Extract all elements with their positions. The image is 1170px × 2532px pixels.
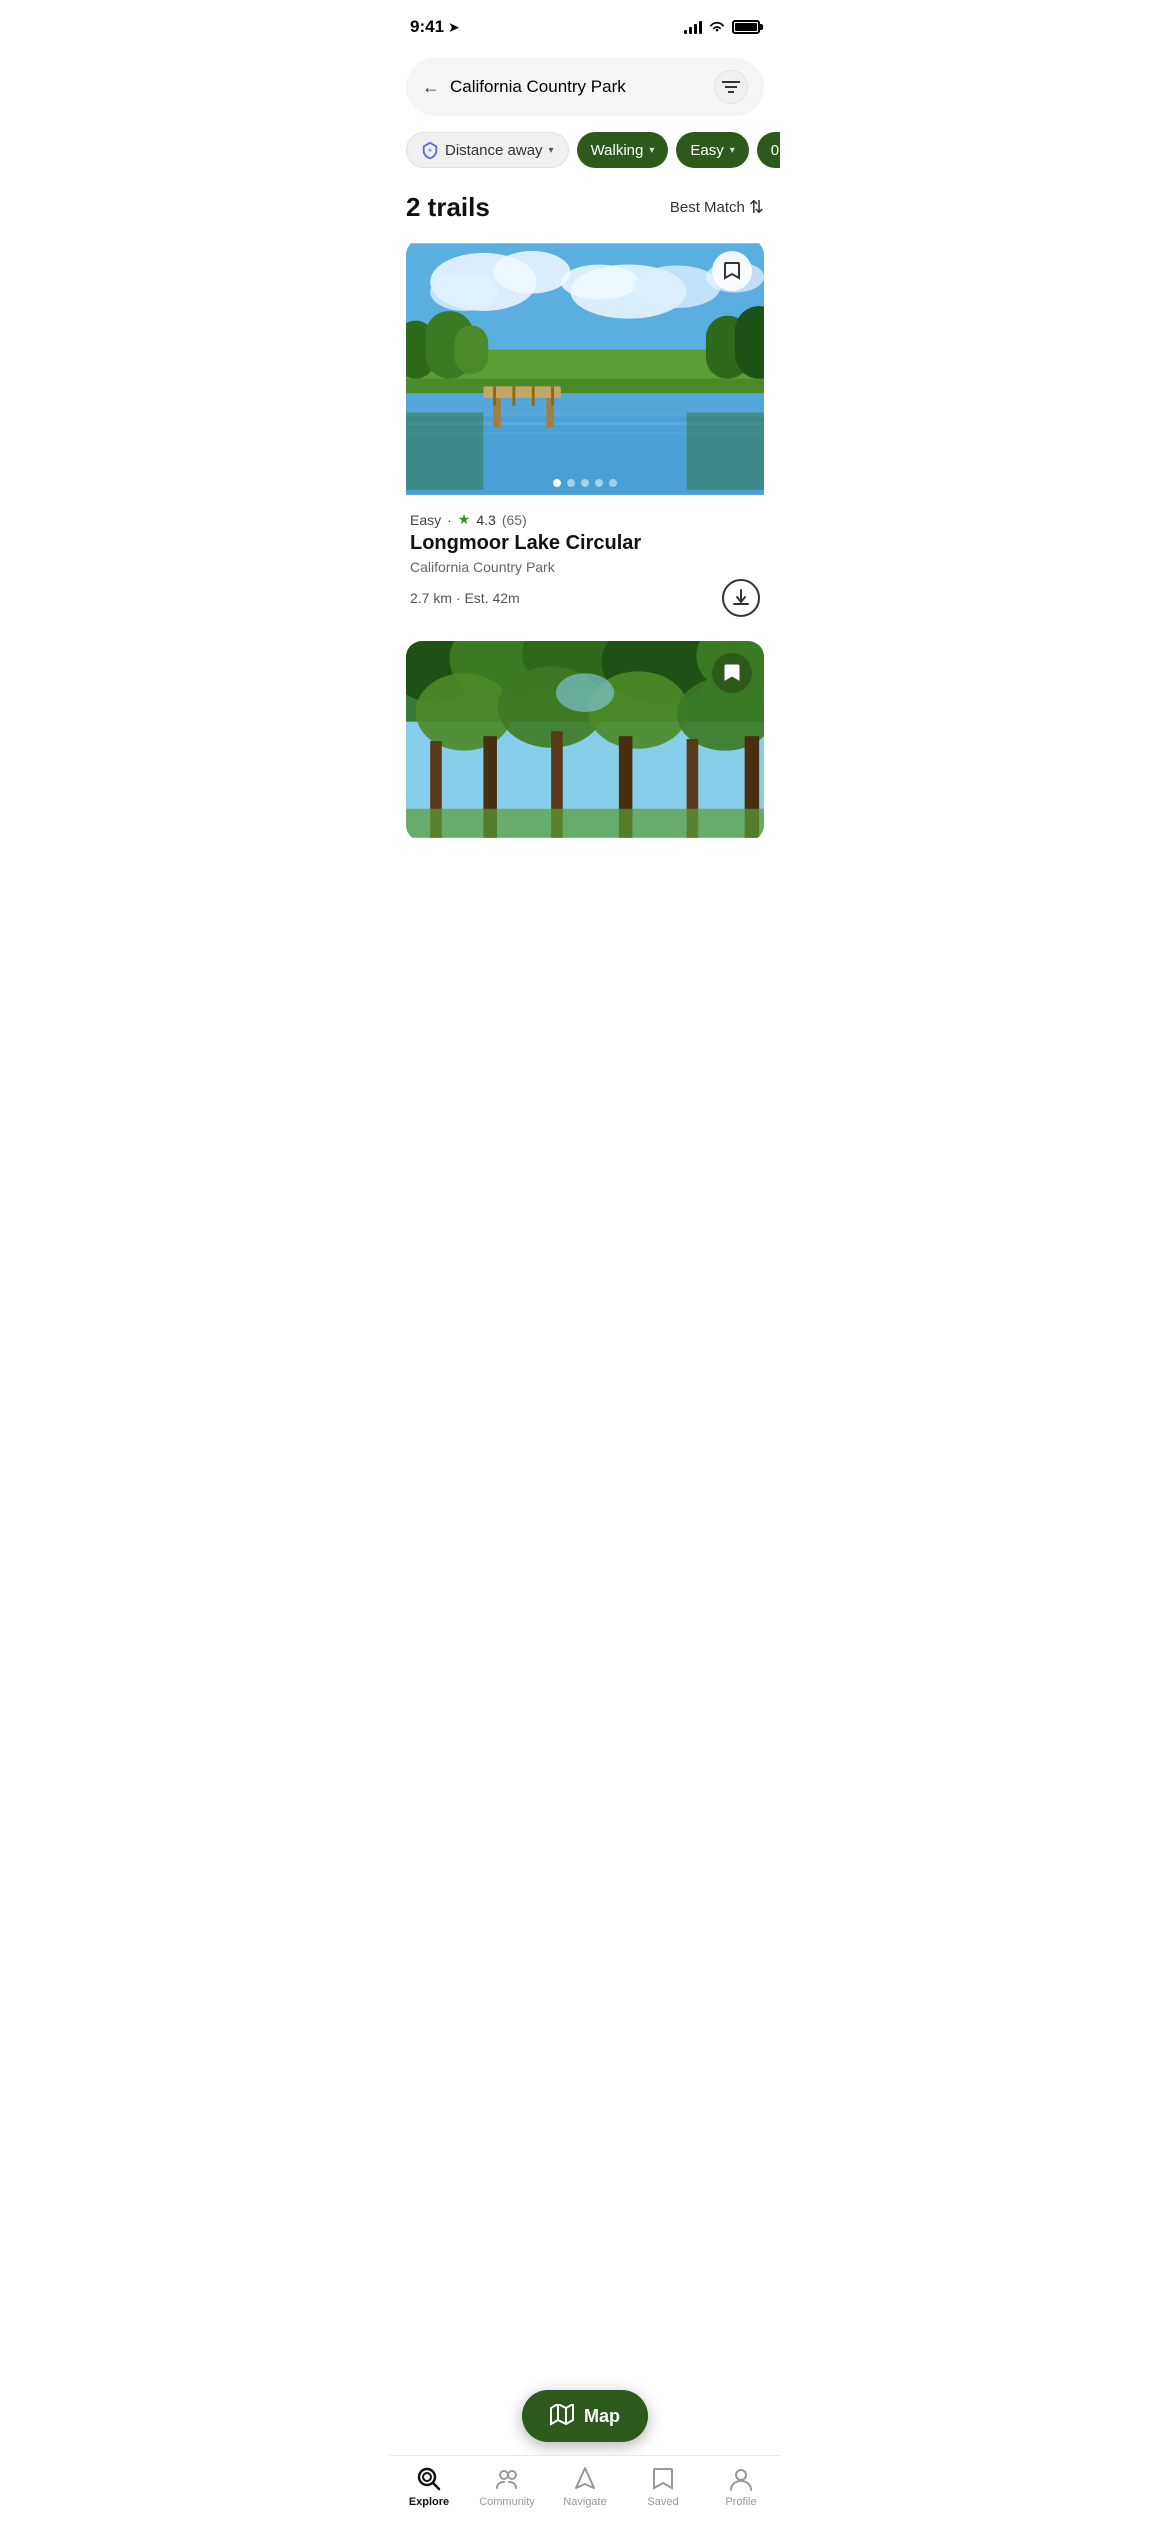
- trail-info-1: Easy · ★ 4.3 (65) Longmoor Lake Circular…: [406, 499, 764, 621]
- filter-row: + Distance away ▾ Walking ▾ Easy ▾ 0 km: [390, 132, 780, 184]
- search-bar[interactable]: ← California Country Park: [406, 58, 764, 116]
- filter-button[interactable]: [714, 70, 748, 104]
- trail-name-1: Longmoor Lake Circular: [410, 532, 760, 555]
- nav-item-navigate[interactable]: Navigate: [553, 2466, 617, 2508]
- trail-card-2[interactable]: [406, 641, 764, 841]
- trail-location-1: California Country Park: [410, 559, 760, 575]
- map-button[interactable]: Map: [522, 2390, 648, 2442]
- trail-stats-1: 2.7 km · Est. 42m: [410, 590, 520, 606]
- results-header: 2 trails Best Match ⇅: [390, 184, 780, 239]
- trail-image-2: [406, 641, 764, 841]
- difficulty-label-1: Easy: [410, 512, 441, 528]
- community-icon: [494, 2466, 520, 2492]
- nav-item-explore[interactable]: Explore: [397, 2466, 461, 2508]
- filter-icon: [722, 80, 740, 94]
- saved-icon: [650, 2466, 676, 2492]
- sort-icon: ⇅: [749, 197, 764, 218]
- trail-stats-row-1: 2.7 km · Est. 42m: [410, 579, 760, 617]
- bookmark-icon-1: [723, 261, 741, 281]
- trail-image-1: [406, 239, 764, 499]
- nav-label-navigate: Navigate: [563, 2496, 606, 2508]
- bottom-spacer: [390, 841, 780, 961]
- filter-pill-easy[interactable]: Easy ▾: [676, 132, 748, 168]
- back-button[interactable]: ←: [422, 77, 440, 98]
- star-icon-1: ★: [458, 511, 471, 528]
- nav-label-saved: Saved: [647, 2496, 678, 2508]
- distance-shield-icon: +: [421, 141, 439, 159]
- map-button-label: Map: [584, 2406, 620, 2427]
- status-bar: 9:41 ➤: [390, 0, 780, 50]
- svg-text:+: +: [428, 146, 432, 155]
- distance-filter-label: Distance away: [445, 142, 543, 159]
- map-icon: [550, 2404, 574, 2428]
- status-icons: [684, 20, 760, 34]
- distance-km-label: 0 km: [771, 142, 780, 159]
- download-button-1[interactable]: [722, 579, 760, 617]
- battery-icon: [732, 20, 760, 34]
- profile-icon: [728, 2466, 754, 2492]
- trail-card-1[interactable]: Easy · ★ 4.3 (65) Longmoor Lake Circular…: [406, 239, 764, 621]
- wifi-icon: [708, 20, 726, 34]
- walking-filter-label: Walking: [591, 142, 644, 159]
- explore-icon: [416, 2466, 442, 2492]
- distance-chevron-icon: ▾: [549, 145, 554, 156]
- filter-pill-distance-km[interactable]: 0 km: [757, 132, 780, 168]
- filter-pill-walking[interactable]: Walking ▾: [577, 132, 669, 168]
- status-time: 9:41: [410, 17, 444, 37]
- nav-label-explore: Explore: [409, 2496, 449, 2508]
- location-arrow-icon: ➤: [448, 19, 460, 36]
- nav-label-community: Community: [479, 2496, 535, 2508]
- results-count: 2 trails: [406, 192, 490, 223]
- filter-pill-distance[interactable]: + Distance away ▾: [406, 132, 569, 168]
- easy-chevron-icon: ▾: [730, 145, 735, 156]
- trail-scene-2: [406, 641, 764, 841]
- walking-chevron-icon: ▾: [649, 145, 654, 156]
- nav-item-saved[interactable]: Saved: [631, 2466, 695, 2508]
- sort-label: Best Match: [670, 199, 745, 216]
- sort-button[interactable]: Best Match ⇅: [670, 197, 764, 218]
- rating-1: 4.3: [476, 512, 495, 528]
- map-button-container: Map: [522, 2390, 648, 2442]
- reviews-1: (65): [502, 512, 527, 528]
- bottom-nav: Explore Community Navigate Saved Profile: [390, 2455, 780, 2532]
- trail-meta-1: Easy · ★ 4.3 (65): [410, 511, 760, 528]
- download-icon-1: [733, 589, 749, 607]
- nav-item-community[interactable]: Community: [475, 2466, 539, 2508]
- carousel-dots-1: [553, 479, 617, 487]
- bookmark-saved-icon-2: [723, 663, 741, 683]
- nav-item-profile[interactable]: Profile: [709, 2466, 773, 2508]
- bookmark-button-2[interactable]: [712, 653, 752, 693]
- bookmark-button-1[interactable]: [712, 251, 752, 291]
- easy-filter-label: Easy: [690, 142, 723, 159]
- signal-bars: [684, 20, 702, 34]
- navigate-icon: [572, 2466, 598, 2492]
- trail-scene-1: [406, 239, 764, 499]
- nav-label-profile: Profile: [725, 2496, 756, 2508]
- search-text: California Country Park: [450, 77, 704, 97]
